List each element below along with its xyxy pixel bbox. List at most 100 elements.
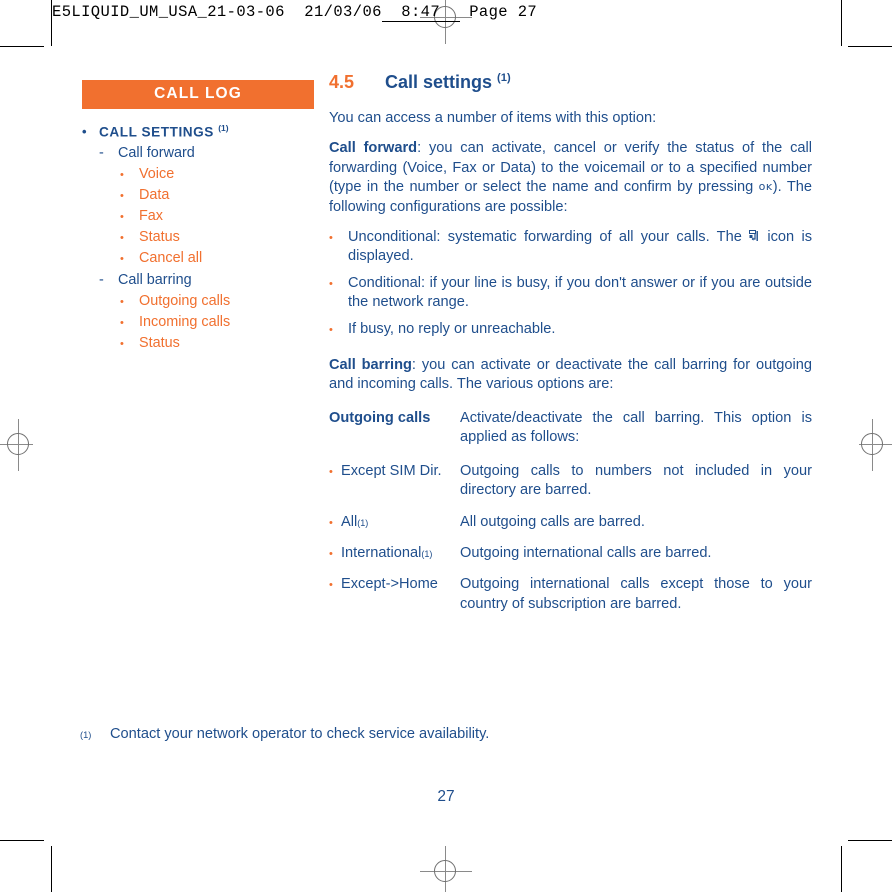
section-number: 4.5 bbox=[329, 72, 355, 92]
bullet-dot-icon: • bbox=[120, 211, 124, 224]
footnote-ref: (1) bbox=[357, 517, 369, 528]
crop-mark-bottom-right-horizontal bbox=[848, 840, 892, 841]
sidebar-item-label: Cancel all bbox=[139, 250, 203, 267]
bullet-dot-icon: • bbox=[120, 169, 124, 182]
registration-mark-bottom bbox=[420, 846, 472, 892]
registration-mark-circle bbox=[7, 433, 29, 455]
bullet-dot-icon: • bbox=[329, 232, 333, 245]
document-page: E5LIQUID_UM_USA_21-03-06 21/03/06 8:47 P… bbox=[0, 0, 892, 892]
list-item-text: Unconditional: systematic forwarding of … bbox=[348, 229, 812, 265]
table-row: • All (1) All outgoing calls are barred. bbox=[329, 513, 812, 532]
table-row: • Except SIM Dir. Outgoing calls to numbe… bbox=[329, 462, 812, 501]
list-item: • Conditional: if your line is busy, if … bbox=[329, 274, 812, 313]
call-barring-paragraph: Call barring: you can activate or deacti… bbox=[329, 356, 812, 395]
crop-mark-top-right-vertical bbox=[841, 0, 842, 46]
sidebar-item-label: Outgoing calls bbox=[139, 293, 231, 310]
registration-mark-right bbox=[847, 419, 892, 471]
sidebar-item-label: Status bbox=[139, 229, 180, 246]
row-description: Activate/deactivate the call barring. Th… bbox=[460, 409, 812, 446]
sidebar-banner: CALL LOG bbox=[82, 80, 314, 109]
bullet-dot-icon: • bbox=[120, 190, 124, 203]
call-forward-term: Call forward bbox=[329, 140, 418, 157]
footnote-ref: (1) bbox=[497, 72, 511, 84]
sidebar-item-cancel-all[interactable]: • Cancel all bbox=[82, 250, 314, 266]
call-forward-icon bbox=[749, 230, 760, 243]
print-header-filename: E5LIQUID_UM_USA_21-03-06 bbox=[52, 3, 285, 21]
sidebar-item-label: Fax bbox=[139, 208, 163, 225]
sidebar-item-label: CALL SETTINGS (1) bbox=[99, 122, 229, 140]
page-number: 27 bbox=[437, 788, 455, 805]
call-forward-bullet-list: • Unconditional: systematic forwarding o… bbox=[329, 228, 812, 339]
list-item: • If busy, no reply or unreachable. bbox=[329, 320, 812, 339]
row-description: Outgoing international calls except thos… bbox=[460, 576, 812, 612]
bullet-dot-icon: • bbox=[329, 465, 333, 478]
ok-key-icon: oĸ bbox=[758, 180, 773, 194]
call-barring-term: Call barring bbox=[329, 357, 412, 374]
crop-mark-top-right-horizontal bbox=[848, 46, 892, 47]
row-term: • Except->Home bbox=[329, 576, 438, 593]
bullet-dot-icon: • bbox=[82, 124, 88, 140]
footnote-ref: (1) bbox=[218, 122, 229, 133]
crop-mark-top-left-horizontal bbox=[0, 46, 44, 47]
sidebar-item-label: Data bbox=[139, 187, 170, 204]
dash-marker-icon: - bbox=[99, 272, 104, 289]
row-term: Outgoing calls bbox=[329, 409, 431, 426]
page-title: Call settings (1) bbox=[385, 72, 511, 92]
bullet-dot-icon: • bbox=[329, 277, 333, 290]
row-term: • International (1) bbox=[329, 544, 433, 561]
sidebar-item-incoming-calls[interactable]: • Incoming calls bbox=[82, 314, 314, 330]
footnote-ref: (1) bbox=[421, 548, 433, 559]
call-forward-paragraph: Call forward: you can activate, cancel o… bbox=[329, 139, 812, 217]
table-row: • Except->Home Outgoing international cal… bbox=[329, 575, 812, 614]
footnote-text: Contact your network operator to check s… bbox=[110, 726, 490, 742]
sidebar-item-label: Call forward bbox=[118, 145, 195, 162]
print-header-time: 8:47 bbox=[381, 3, 460, 22]
row-description: Outgoing calls to numbers not included i… bbox=[460, 462, 812, 499]
bullet-dot-icon: • bbox=[120, 253, 124, 266]
bullet-dot-icon: • bbox=[120, 296, 124, 309]
row-description: All outgoing calls are barred. bbox=[460, 513, 645, 530]
print-header-date: 21/03/06 bbox=[304, 3, 382, 21]
footnote: (1) Contact your network operator to che… bbox=[80, 726, 489, 742]
print-header: E5LIQUID_UM_USA_21-03-06 21/03/06 8:47 P… bbox=[52, 3, 538, 22]
bullet-dot-icon: • bbox=[329, 323, 333, 336]
list-item-text: If busy, no reply or unreachable. bbox=[348, 320, 556, 337]
crop-mark-bottom-left-horizontal bbox=[0, 840, 44, 841]
registration-mark-left bbox=[0, 419, 45, 471]
print-header-page-label: Page 27 bbox=[469, 3, 538, 21]
sidebar-item-fax[interactable]: • Fax bbox=[82, 208, 314, 224]
sidebar: CALL LOG • CALL SETTINGS (1) - Call forw… bbox=[82, 80, 314, 351]
bullet-dot-icon: • bbox=[329, 547, 333, 560]
sidebar-item-voice[interactable]: • Voice bbox=[82, 166, 314, 182]
row-term: • Except SIM Dir. bbox=[329, 462, 442, 479]
crop-mark-bottom-right-vertical bbox=[841, 846, 842, 892]
sidebar-item-label: Status bbox=[139, 335, 180, 352]
crop-mark-bottom-left-vertical bbox=[51, 846, 52, 892]
dash-marker-icon: - bbox=[99, 145, 104, 162]
table-row: • International (1) Outgoing international… bbox=[329, 544, 812, 563]
bullet-dot-icon: • bbox=[120, 317, 124, 330]
sidebar-item-call-barring[interactable]: - Call barring bbox=[82, 272, 314, 288]
sidebar-item-status-barring[interactable]: • Status bbox=[82, 335, 314, 351]
sidebar-item-label: Incoming calls bbox=[139, 314, 231, 331]
main-content: 4.5 Call settings (1) You can access a n… bbox=[329, 72, 812, 623]
registration-mark-circle bbox=[861, 433, 883, 455]
sidebar-item-label: Call barring bbox=[118, 272, 192, 289]
bullet-dot-icon: • bbox=[329, 516, 333, 529]
footnote-marker: (1) bbox=[80, 730, 92, 740]
sidebar-list: • CALL SETTINGS (1) - Call forward • Voi… bbox=[82, 123, 314, 352]
list-item-text: Conditional: if your line is busy, if yo… bbox=[348, 274, 812, 311]
bullet-dot-icon: • bbox=[329, 579, 333, 592]
sidebar-item-call-forward[interactable]: - Call forward bbox=[82, 145, 314, 161]
bullet-dot-icon: • bbox=[120, 338, 124, 351]
sidebar-item-status-forward[interactable]: • Status bbox=[82, 229, 314, 245]
sidebar-item-label: Voice bbox=[139, 166, 175, 183]
sidebar-item-call-settings[interactable]: • CALL SETTINGS (1) bbox=[82, 123, 314, 140]
sidebar-item-data[interactable]: • Data bbox=[82, 187, 314, 203]
row-term: • All (1) bbox=[329, 513, 369, 530]
table-row: Outgoing calls Activate/deactivate the c… bbox=[329, 409, 812, 448]
bullet-dot-icon: • bbox=[120, 232, 124, 245]
list-item: • Unconditional: systematic forwarding o… bbox=[329, 228, 812, 267]
registration-mark-circle bbox=[434, 860, 456, 882]
sidebar-item-outgoing-calls[interactable]: • Outgoing calls bbox=[82, 293, 314, 309]
